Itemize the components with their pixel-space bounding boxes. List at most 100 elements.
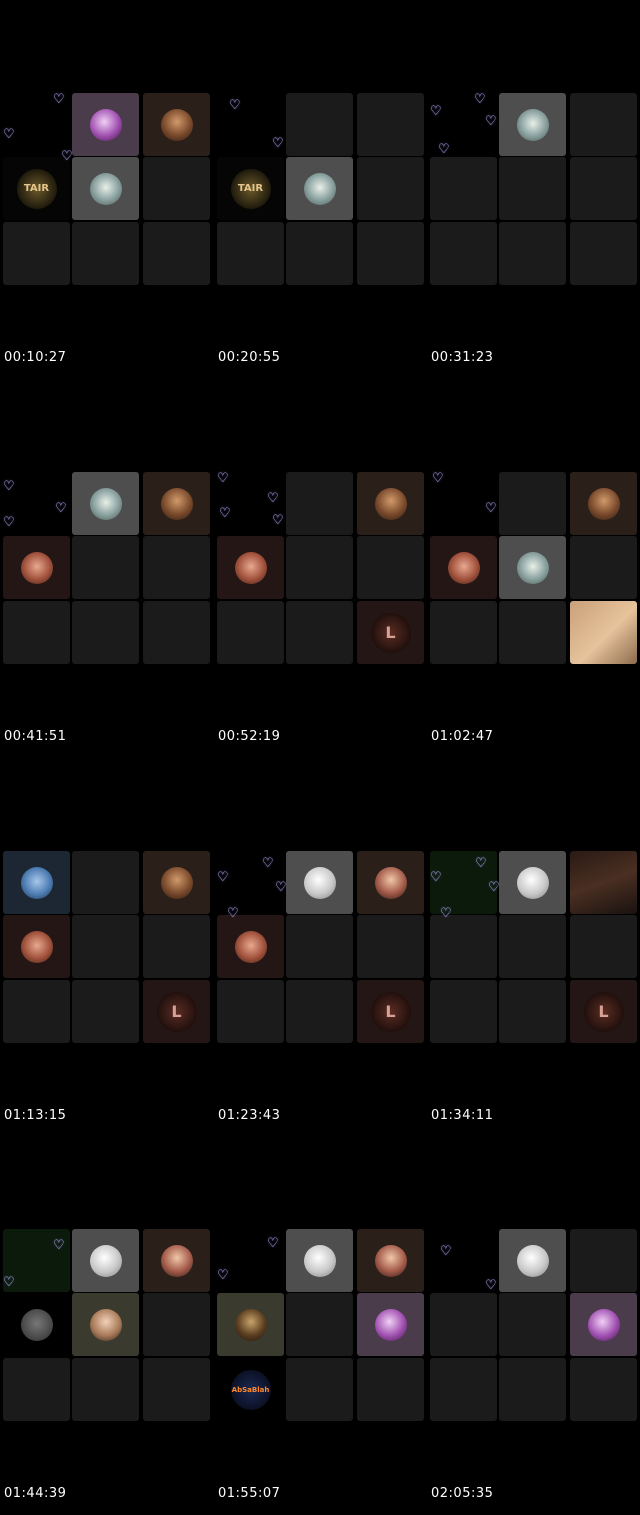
participant-tile (570, 915, 637, 978)
avatar (516, 108, 549, 141)
participant-tile (217, 915, 284, 978)
participant-tile (430, 601, 497, 664)
video-frame: TAIR ♡ ♡ ♡ (3, 93, 212, 288)
heart-icon: ♡ (474, 92, 486, 107)
participant-tile (430, 222, 497, 285)
avatar (234, 930, 267, 963)
timestamp: 01:44:39 (4, 1486, 67, 1501)
participant-tile (286, 1229, 353, 1292)
avatar (20, 866, 53, 899)
heart-icon: ♡ (488, 880, 500, 895)
participant-tile (3, 222, 70, 285)
participant-tile (286, 157, 353, 220)
heart-icon: ♡ (229, 98, 241, 113)
heart-icon: ♡ (3, 479, 15, 494)
participant-tile (570, 222, 637, 285)
participant-tile (430, 980, 497, 1043)
participant-tile (286, 1293, 353, 1356)
avatar (20, 930, 53, 963)
participant-tile (143, 222, 210, 285)
participant-tile (430, 1293, 497, 1356)
timestamp: 01:34:11 (431, 1108, 494, 1123)
participant-tile (357, 93, 424, 156)
participant-tile (217, 1293, 284, 1356)
avatar (89, 487, 122, 520)
participant-tile (357, 157, 424, 220)
participant-tile (3, 915, 70, 978)
participant-tile (430, 1358, 497, 1421)
participant-tile (3, 851, 70, 914)
avatar (160, 866, 193, 899)
participant-tile: L (570, 980, 637, 1043)
avatar (587, 1308, 620, 1341)
participant-tile (499, 472, 566, 535)
participant-tile (499, 601, 566, 664)
timestamp: 00:20:55 (218, 350, 281, 365)
participant-tile (72, 601, 139, 664)
logo: AbSaBlah (230, 1369, 271, 1410)
participant-tile (499, 157, 566, 220)
heart-icon: ♡ (219, 506, 231, 521)
participant-tile (286, 472, 353, 535)
participant-tile (570, 472, 637, 535)
participant-tile (72, 851, 139, 914)
participant-tile (499, 93, 566, 156)
video-frame: L (3, 851, 212, 1046)
heart-icon: ♡ (272, 513, 284, 528)
participant-tile (357, 1358, 424, 1421)
avatar (303, 172, 336, 205)
participant-tile (286, 601, 353, 664)
avatar (303, 1244, 336, 1277)
participant-tile (143, 601, 210, 664)
heart-icon: ♡ (430, 104, 442, 119)
heart-icon: ♡ (3, 1275, 15, 1290)
video-frame: ♡ ♡ (3, 1229, 212, 1424)
participant-tile (143, 1229, 210, 1292)
video-frame: L ♡ ♡ ♡ ♡ (430, 851, 639, 1046)
avatar (160, 108, 193, 141)
heart-icon: ♡ (262, 856, 274, 871)
participant-tile (72, 1358, 139, 1421)
avatar (20, 1308, 53, 1341)
logo: L (583, 991, 624, 1032)
participant-tile (217, 980, 284, 1043)
participant-tile (357, 1293, 424, 1356)
video-frame: AbSaBlah ♡ ♡ (217, 1229, 426, 1424)
avatar (89, 1308, 122, 1341)
participant-tile (286, 851, 353, 914)
heart-icon: ♡ (440, 1244, 452, 1259)
heart-icon: ♡ (3, 515, 15, 530)
video-frame: ♡ ♡ (430, 472, 639, 667)
participant-tile (143, 1358, 210, 1421)
avatar (234, 1308, 267, 1341)
participant-tile (3, 1358, 70, 1421)
participant-tile (357, 222, 424, 285)
participant-tile (570, 601, 637, 664)
participant-tile (217, 222, 284, 285)
participant-tile (499, 980, 566, 1043)
participant-tile (72, 536, 139, 599)
heart-icon: ♡ (3, 127, 15, 142)
timestamp: 00:10:27 (4, 350, 67, 365)
participant-tile (3, 601, 70, 664)
logo: L (370, 612, 411, 653)
participant-tile (570, 93, 637, 156)
heart-icon: ♡ (430, 870, 442, 885)
heart-icon: ♡ (267, 1236, 279, 1251)
participant-tile (217, 536, 284, 599)
avatar (447, 551, 480, 584)
participant-tile (143, 851, 210, 914)
heart-icon: ♡ (475, 856, 487, 871)
participant-tile (72, 1229, 139, 1292)
participant-tile (3, 980, 70, 1043)
heart-icon: ♡ (53, 1238, 65, 1253)
participant-tile (570, 1358, 637, 1421)
heart-icon: ♡ (438, 142, 450, 157)
timestamp: 01:13:15 (4, 1108, 67, 1123)
avatar (160, 487, 193, 520)
heart-icon: ♡ (275, 880, 287, 895)
avatar (374, 1308, 407, 1341)
participant-tile: L (143, 980, 210, 1043)
participant-tile (499, 1293, 566, 1356)
video-frame: TAIR ♡ ♡ (217, 93, 426, 288)
